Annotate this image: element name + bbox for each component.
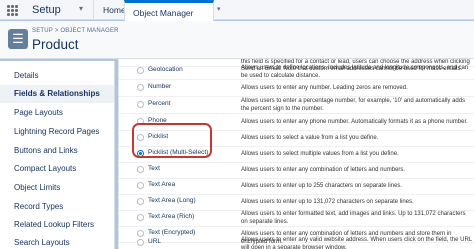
- field-type-description: Allows users to enter any phone number. …: [241, 119, 468, 125]
- field-type-row-number[interactable]: Number Allows users to enter any number.…: [119, 81, 474, 97]
- radio-geolocation[interactable]: [137, 67, 144, 74]
- radio-text-area-long[interactable]: [137, 198, 144, 205]
- sidebar-item-buttons-links[interactable]: Buttons and Links: [0, 142, 114, 160]
- radio-text-area-rich[interactable]: [137, 214, 144, 221]
- sidebar-item-fields-relationships[interactable]: Fields & Relationships: [0, 85, 114, 103]
- field-type-row-text[interactable]: Text Allows users to enter any combinati…: [119, 163, 474, 179]
- field-type-description: Allows users to enter up to 131,072 char…: [241, 199, 414, 205]
- field-type-description: Allows users to select multiple values f…: [241, 151, 399, 157]
- sidebar-item-page-layouts[interactable]: Page Layouts: [0, 104, 114, 122]
- breadcrumb[interactable]: SETUP > OBJECT MANAGER: [32, 28, 119, 34]
- sidebar-item-related-lookup-filters[interactable]: Related Lookup Filters: [0, 216, 114, 234]
- sidebar-item-object-limits[interactable]: Object Limits: [0, 179, 114, 197]
- field-type-description: Allows users to enter any number. Leadin…: [241, 85, 408, 91]
- field-type-row-text-area-rich[interactable]: Text Area (Rich) Allows users to enter f…: [119, 211, 474, 227]
- field-type-label: Percent: [148, 100, 171, 107]
- field-type-label: Text (Encrypted): [148, 229, 196, 236]
- radio-percent[interactable]: [137, 101, 144, 108]
- radio-text-area[interactable]: [137, 182, 144, 189]
- app-menu-chevron-down-icon[interactable]: ▾: [79, 4, 83, 13]
- radio-url[interactable]: [137, 239, 144, 246]
- page-header: ☰ SETUP > OBJECT MANAGER Product: [0, 21, 474, 59]
- field-type-row-percent[interactable]: Percent Allows users to enter a percenta…: [119, 98, 474, 114]
- sidebar-item-compact-layouts[interactable]: Compact Layouts: [0, 160, 114, 178]
- picklist-highlight-annotation: [132, 123, 212, 158]
- field-type-label: URL: [148, 238, 162, 245]
- page-title: Product: [32, 37, 79, 52]
- setup-top-bar: Setup ▾ Home Object Manager ▾: [0, 0, 474, 21]
- field-type-description: Allows users to enter up to 255 characte…: [241, 183, 403, 189]
- field-type-label: Text Area: [148, 181, 176, 188]
- field-type-label: Text: [148, 165, 160, 172]
- radio-number[interactable]: [137, 84, 144, 91]
- sidebar-item-details[interactable]: Details: [0, 67, 114, 85]
- layers-icon: ☰: [8, 29, 28, 49]
- field-type-label: Geolocation: [148, 66, 183, 73]
- field-type-label: Text Area (Long): [148, 197, 196, 204]
- field-type-description: Allows users to define locations. Includ…: [241, 65, 469, 79]
- object-sidebar: Details Fields & Relationships Page Layo…: [0, 61, 115, 249]
- field-type-description: Allows users to enter any valid website …: [241, 237, 472, 249]
- app-name: Setup: [32, 4, 61, 16]
- field-type-label: Text Area (Rich): [148, 213, 195, 220]
- sidebar-item-record-types[interactable]: Record Types: [0, 198, 114, 216]
- field-type-row-text-area[interactable]: Text Area Allows users to enter up to 25…: [119, 179, 474, 195]
- tab-menu-chevron-down-icon[interactable]: ▾: [217, 5, 221, 13]
- radio-text[interactable]: [137, 166, 144, 173]
- field-type-row-geolocation[interactable]: Geolocation Allows users to define locat…: [119, 64, 474, 80]
- field-type-row-url[interactable]: URL Allows users to enter any valid webs…: [119, 236, 474, 249]
- field-type-label: Number: [148, 83, 172, 90]
- sidebar-item-lightning-record-pages[interactable]: Lightning Record Pages: [0, 123, 114, 141]
- field-type-description: Allows users to select a value from a li…: [241, 135, 379, 141]
- field-type-description: Allows users to enter a percentage numbe…: [241, 98, 466, 112]
- app-launcher-icon[interactable]: [7, 5, 18, 16]
- field-type-description: Allows users to enter any combination of…: [241, 167, 406, 173]
- field-type-row-text-area-long[interactable]: Text Area (Long) Allows users to enter u…: [119, 195, 474, 211]
- tab-object-manager[interactable]: Object Manager: [124, 0, 214, 21]
- field-type-description: Allows users to enter formatted text, ad…: [241, 211, 466, 225]
- sidebar-item-search-layouts[interactable]: Search Layouts: [0, 234, 114, 249]
